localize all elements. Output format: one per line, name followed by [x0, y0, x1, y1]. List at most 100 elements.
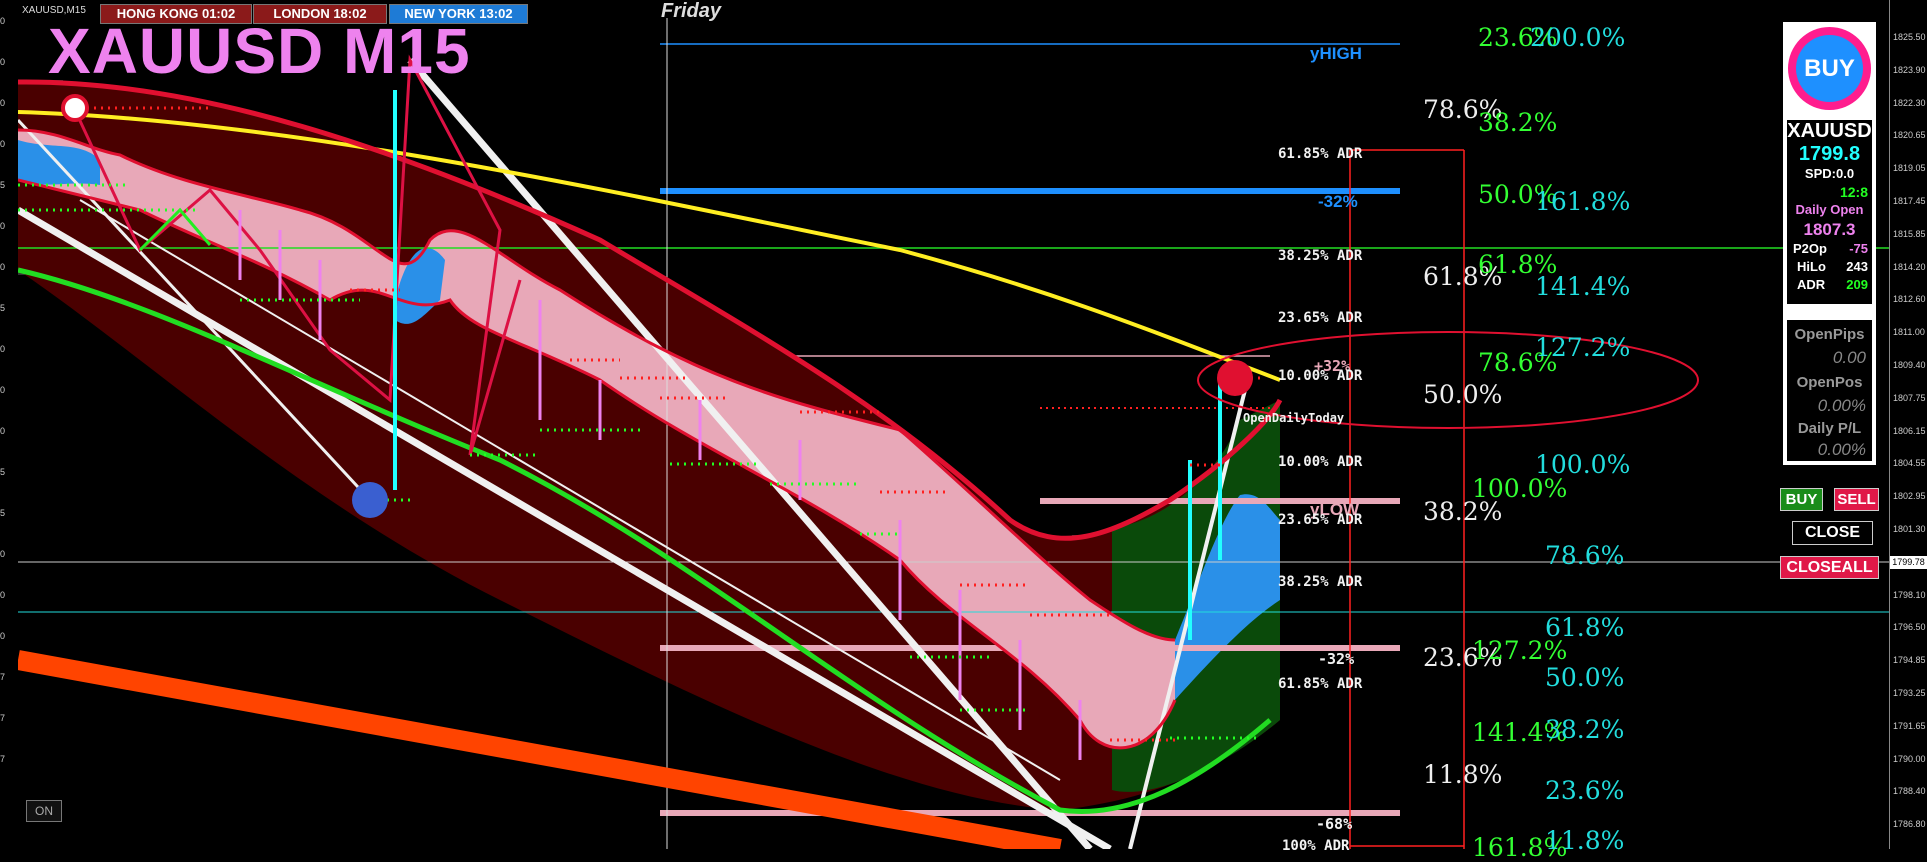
- left-tick: 7: [0, 713, 6, 723]
- fib-level: 78.6%: [1545, 541, 1625, 570]
- open-pos-label: OpenPos: [1796, 374, 1863, 391]
- adr-level: 23.65% ADR: [1278, 512, 1363, 528]
- price-tick: 1823.90: [1893, 64, 1926, 75]
- hilo-value: 243: [1846, 259, 1868, 274]
- fib-level: 38.2%: [1545, 715, 1625, 744]
- day-label: Friday: [661, 0, 722, 22]
- price-tick: 1820.65: [1893, 130, 1926, 141]
- left-tick: 5: [0, 467, 6, 477]
- daily-open-label: Daily Open: [1795, 202, 1864, 217]
- adr-value: 209: [1846, 277, 1868, 292]
- left-tick: 0: [0, 262, 6, 272]
- price-tick: 1807.75: [1893, 392, 1926, 403]
- daily-pl-value: 0.00%: [1817, 440, 1866, 459]
- price-tick: 1811.00: [1893, 327, 1925, 338]
- adr-level: 61.85% ADR: [1278, 676, 1363, 692]
- open-today-label: OpenDailyToday: [1243, 411, 1345, 425]
- positions-block: OpenPips 0.00 OpenPos 0.00% Daily P/L 0.…: [1787, 320, 1872, 461]
- panel-price: 1799.8: [1798, 143, 1861, 165]
- adr-level: 38.25% ADR: [1278, 248, 1363, 264]
- fib-level: 200.0%: [1530, 23, 1626, 52]
- sell-button[interactable]: SELL: [1834, 488, 1879, 511]
- price-tick: 1788.40: [1893, 786, 1926, 797]
- price-tick: 1790.00: [1893, 753, 1926, 764]
- price-tick: 1809.40: [1893, 360, 1926, 370]
- high-marker: [1217, 360, 1253, 396]
- current-price-tag: 1799.78: [1890, 556, 1927, 569]
- fib-level: 38.2%: [1478, 108, 1558, 137]
- left-tick: 7: [0, 754, 6, 764]
- trade-panel: BUY XAUUSD 1799.8 SPD:0.0 12:8 Daily Ope…: [1783, 22, 1876, 465]
- low-marker: [352, 482, 388, 518]
- fib-level: 161.8%: [1535, 187, 1631, 216]
- left-tick: 0: [0, 139, 6, 149]
- adr-level: 10.00% ADR: [1278, 368, 1363, 384]
- fib-level: 50.0%: [1545, 663, 1625, 692]
- fib-level: 61.8%: [1545, 613, 1625, 642]
- fib-level: 100.0%: [1535, 450, 1631, 479]
- price-tick: 1812.60: [1893, 294, 1926, 305]
- fib-level: 141.4%: [1535, 272, 1631, 301]
- daily-open-value: 1807.3: [1803, 220, 1856, 239]
- price-tick: 1798.10: [1893, 589, 1926, 600]
- fib-level: 11.8%: [1423, 760, 1503, 789]
- price-tick: 1791.65: [1893, 720, 1926, 731]
- fib-level: 50.0%: [1423, 380, 1503, 409]
- open-pips-value: 0.00: [1832, 348, 1866, 367]
- left-tick: 0: [0, 590, 6, 600]
- price-tick: 1817.45: [1893, 196, 1926, 206]
- left-tick: 0: [0, 344, 6, 354]
- price-tick: 1806.15: [1893, 425, 1926, 436]
- left-tick: 0: [0, 385, 6, 395]
- on-toggle-button[interactable]: ON: [26, 800, 62, 822]
- symbol-info-block: XAUUSD 1799.8 SPD:0.0 12:8 Daily Open 18…: [1787, 120, 1872, 304]
- pct-label: -68%: [1316, 815, 1353, 833]
- open-pips-label: OpenPips: [1794, 326, 1865, 343]
- panel-spread: SPD:0.0: [1804, 166, 1855, 181]
- buy-circle-label: BUY: [1796, 35, 1863, 102]
- high-marker: [61, 94, 89, 122]
- left-tick: 5: [0, 508, 6, 518]
- panel-symbol: XAUUSD: [1787, 120, 1872, 142]
- price-tick: 1796.50: [1893, 622, 1926, 633]
- yhigh-label: yHIGH: [1310, 44, 1362, 63]
- price-tick: 1802.95: [1893, 491, 1926, 502]
- adr-level: 38.25% ADR: [1278, 574, 1363, 590]
- left-tick: 7: [0, 672, 6, 682]
- price-tick: 1801.30: [1893, 524, 1926, 534]
- panel-time: 12:8: [1839, 184, 1868, 200]
- pct-label: -32%: [1318, 192, 1358, 211]
- left-tick: 5: [0, 180, 6, 190]
- left-tick: 0: [0, 631, 6, 641]
- price-tick: 1819.05: [1893, 163, 1926, 174]
- fib-level: 23.6%: [1545, 776, 1625, 805]
- open-pos-value: 0.00%: [1817, 396, 1866, 415]
- left-tick: 0: [0, 16, 6, 26]
- left-tick: 0: [0, 57, 6, 67]
- left-tick: 5: [0, 303, 6, 313]
- price-tick: 1814.20: [1893, 261, 1926, 272]
- close-button[interactable]: CLOSE: [1792, 521, 1873, 545]
- left-tick: 0: [0, 221, 6, 231]
- adr-level: 10.00% ADR: [1278, 454, 1363, 470]
- price-tick: 1815.85: [1893, 228, 1926, 239]
- left-tick: 0: [0, 98, 6, 108]
- fib-level: 11.8%: [1545, 826, 1625, 855]
- left-tick: 0: [0, 426, 6, 436]
- buy-circle-button[interactable]: BUY: [1788, 27, 1871, 110]
- buy-button[interactable]: BUY: [1780, 488, 1823, 511]
- price-tick: 1804.55: [1893, 458, 1926, 469]
- price-tick: 1825.50: [1893, 32, 1926, 42]
- fib-level: 127.2%: [1535, 333, 1631, 362]
- adr-level: 100% ADR: [1282, 838, 1350, 854]
- closeall-button[interactable]: CLOSEALL: [1780, 556, 1879, 579]
- price-tick: 1794.85: [1893, 655, 1926, 666]
- adr-level: 23.65% ADR: [1278, 310, 1363, 326]
- adr-level: 61.85% ADR: [1278, 146, 1363, 162]
- daily-pl-label: Daily P/L: [1797, 420, 1862, 437]
- price-tick: 1822.30: [1893, 97, 1926, 108]
- chart-title: XAUUSD M15: [48, 15, 471, 87]
- left-tick: 0: [0, 549, 6, 559]
- price-tick: 1793.25: [1893, 688, 1926, 698]
- p2o-value: -75: [1849, 241, 1868, 256]
